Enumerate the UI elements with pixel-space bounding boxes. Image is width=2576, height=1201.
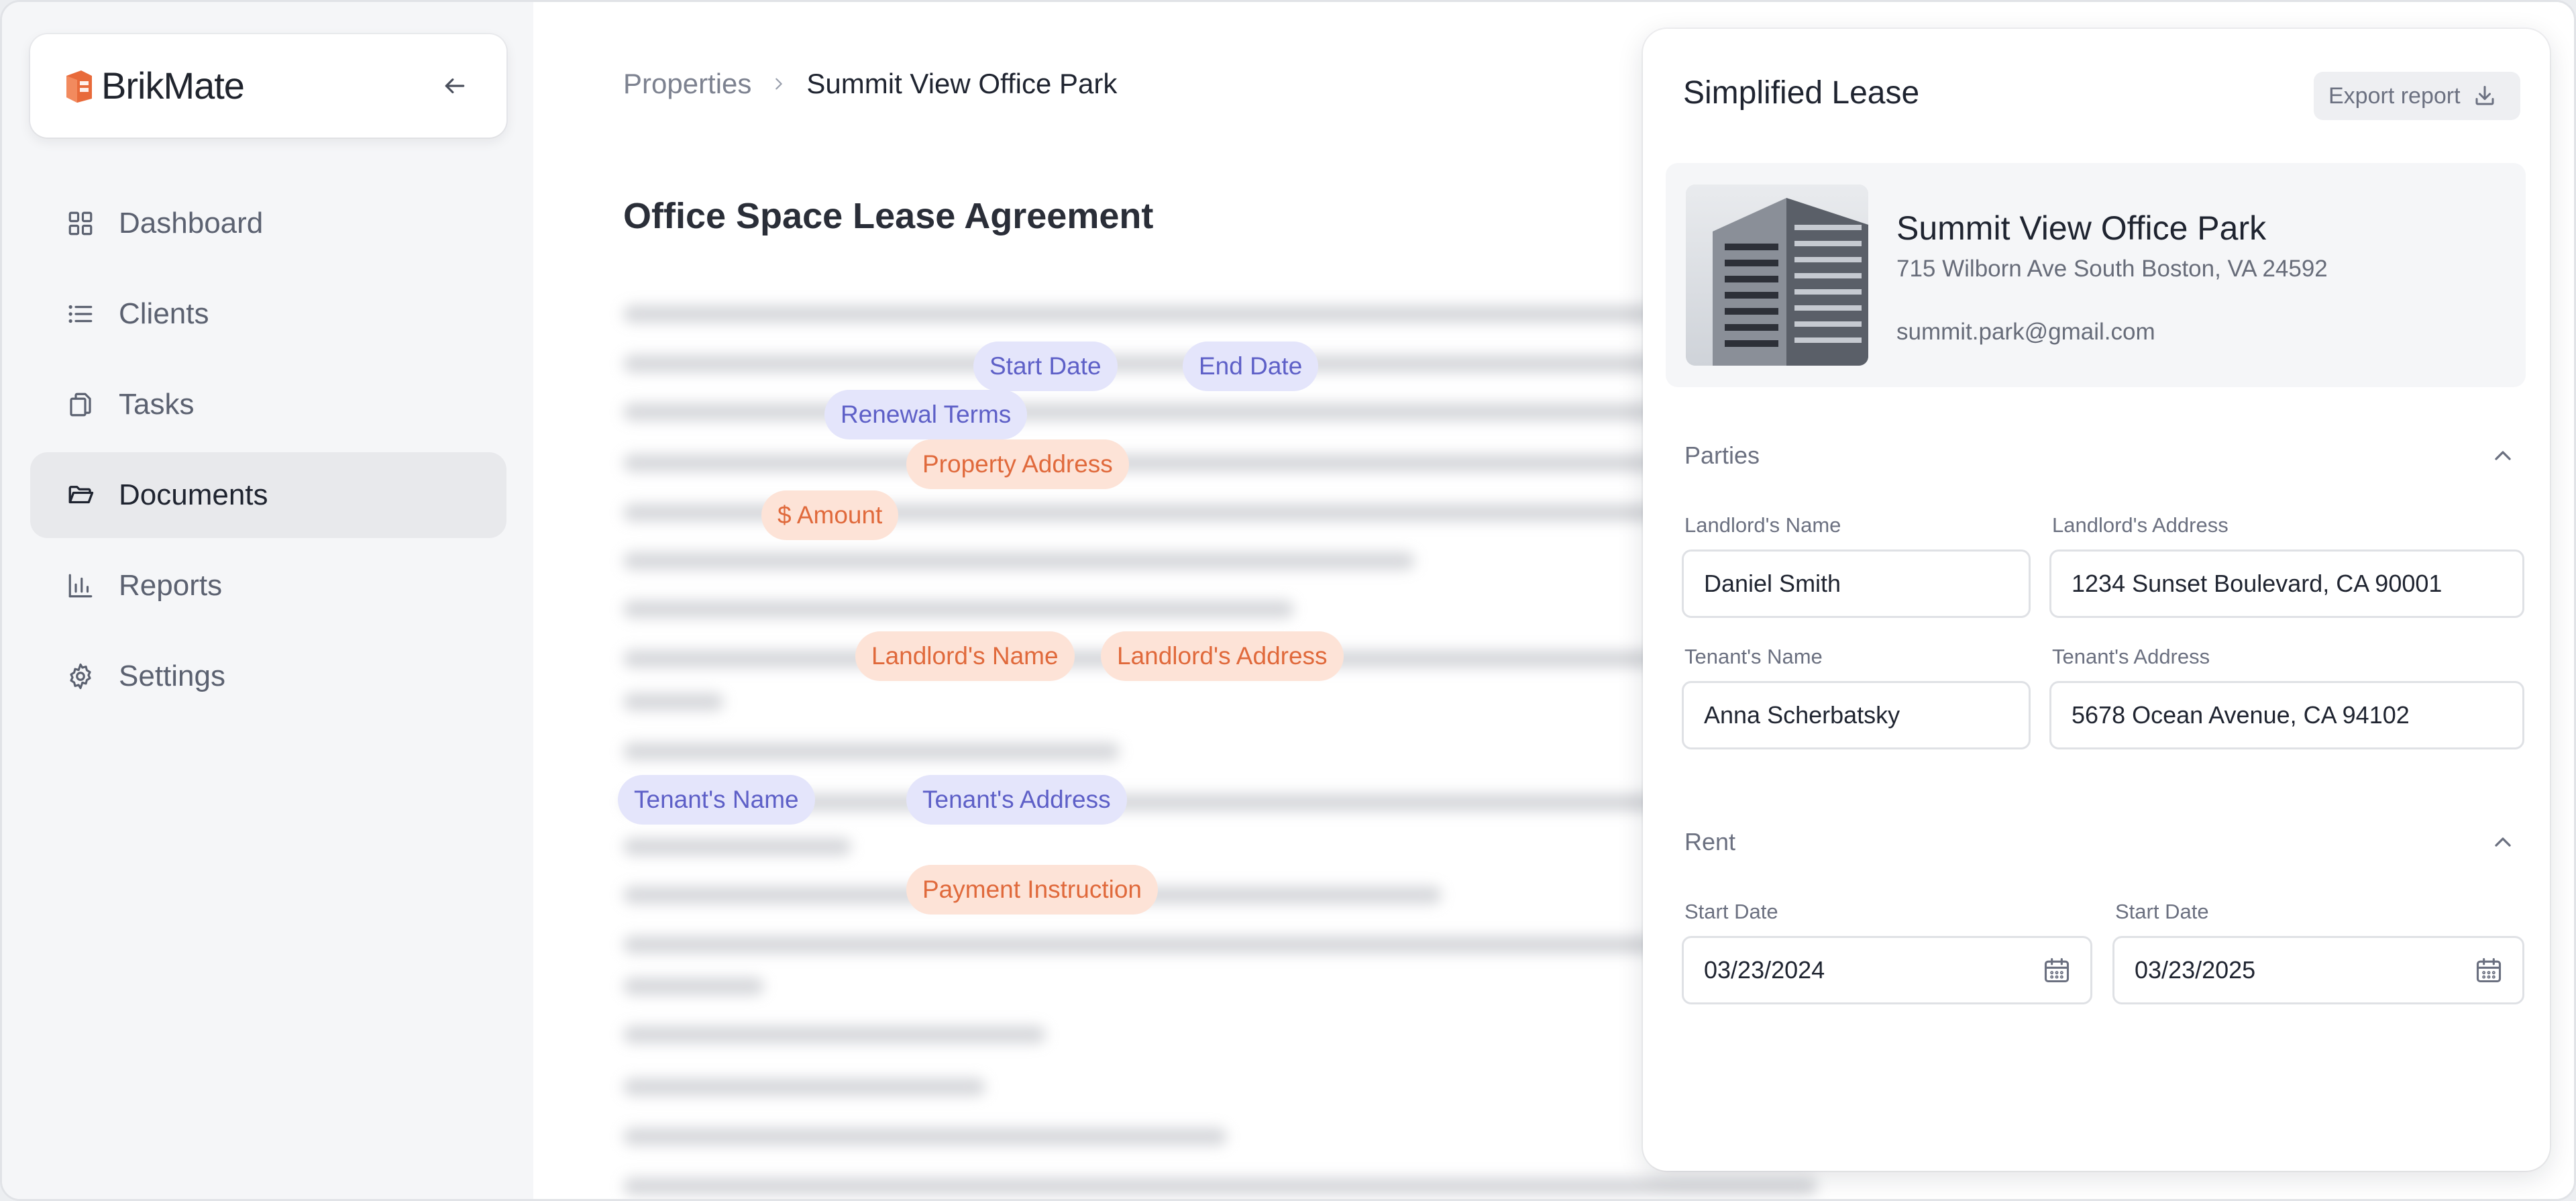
sidebar-item-dashboard[interactable]: Dashboard (30, 180, 506, 266)
copy-icon (65, 389, 96, 420)
landlord-name-label: Landlord's Name (1684, 513, 1841, 537)
landlord-name-input[interactable] (1704, 570, 2029, 598)
download-icon (2473, 84, 2497, 108)
document-title: Office Space Lease Agreement (623, 196, 1154, 236)
tag-tenants-address[interactable]: Tenant's Address (906, 775, 1127, 825)
sidebar-item-settings[interactable]: Settings (30, 633, 506, 719)
tenant-address-input[interactable] (2072, 701, 2522, 729)
list-icon (65, 299, 96, 329)
calendar-icon[interactable] (2474, 955, 2504, 985)
blurred-text-line (623, 355, 1710, 372)
tenant-name-label: Tenant's Name (1684, 645, 1823, 668)
chevron-up-icon[interactable] (2489, 829, 2516, 855)
brikmate-logo-icon (66, 70, 92, 103)
sidebar-item-label: Settings (119, 660, 225, 692)
calendar-icon[interactable] (2042, 955, 2072, 985)
blurred-text-line (623, 743, 1120, 760)
tenant-address-label: Tenant's Address (2052, 645, 2210, 668)
tenant-name-input[interactable] (1704, 701, 2029, 729)
landlord-address-label: Landlord's Address (2052, 513, 2229, 537)
rent-start-date-2-field[interactable] (2112, 936, 2524, 1004)
grid-icon (65, 208, 96, 239)
parties-section-header[interactable]: Parties (1684, 435, 2516, 476)
rent-section-header[interactable]: Rent (1684, 822, 2516, 862)
blurred-text-line (623, 454, 1710, 472)
blurred-text-line (623, 693, 724, 711)
rent-start-date-label: Start Date (1684, 900, 1778, 923)
rent-start-date-2-label: Start Date (2115, 900, 2209, 923)
export-report-label: Export report (2328, 83, 2461, 109)
tenant-name-field[interactable] (1682, 681, 2031, 749)
sidebar-item-tasks[interactable]: Tasks (30, 362, 506, 448)
rent-start-date-input[interactable] (1704, 956, 2030, 984)
blurred-text-line (623, 403, 1697, 421)
property-name: Summit View Office Park (1896, 209, 2267, 247)
blurred-text-line (623, 600, 1294, 618)
rent-start-date-field[interactable] (1682, 936, 2092, 1004)
tag-property-address[interactable]: Property Address (906, 439, 1129, 489)
tag-landlords-address[interactable]: Landlord's Address (1101, 631, 1344, 681)
landlord-address-field[interactable] (2049, 550, 2524, 618)
panel-title: Simplified Lease (1683, 75, 1920, 111)
blurred-text-line (623, 1078, 985, 1096)
blurred-text-line (623, 1178, 1817, 1195)
property-address: 715 Wilborn Ave South Boston, VA 24592 (1896, 256, 2328, 282)
sidebar-item-label: Tasks (119, 388, 195, 421)
chevron-up-icon[interactable] (2489, 442, 2516, 469)
property-building-image (1686, 185, 1868, 366)
tag-renewal-terms[interactable]: Renewal Terms (824, 390, 1028, 439)
blurred-text-line (623, 1128, 1227, 1145)
parties-section-title: Parties (1684, 441, 1760, 469)
sidebar-item-label: Clients (119, 297, 209, 330)
folder-icon (65, 480, 96, 511)
sidebar: BrikMate Dashboard Clients Tasks Documen… (2, 2, 533, 1199)
blurred-text-line (623, 305, 1697, 323)
tag-end-date[interactable]: End Date (1183, 342, 1319, 391)
collapse-sidebar-button[interactable] (431, 64, 478, 108)
bar-chart-icon (65, 570, 96, 601)
app-window: BrikMate Dashboard Clients Tasks Documen… (0, 0, 2576, 1201)
breadcrumb-current: Summit View Office Park (806, 68, 1118, 99)
blurred-text-line (623, 552, 1415, 570)
sidebar-item-label: Dashboard (119, 207, 264, 240)
tag-start-date[interactable]: Start Date (973, 342, 1118, 391)
arrow-left-icon (445, 78, 465, 94)
tag-payment-instruction[interactable]: Payment Instruction (906, 865, 1158, 915)
simplified-lease-panel: Simplified Lease Export report Summit Vi… (1643, 29, 2550, 1171)
breadcrumb: Properties Summit View Office Park (623, 68, 1117, 100)
breadcrumb-properties-link[interactable]: Properties (623, 68, 751, 100)
sidebar-item-clients[interactable]: Clients (30, 271, 506, 357)
landlord-name-field[interactable] (1682, 550, 2031, 618)
sidebar-item-label: Reports (119, 569, 223, 602)
sidebar-item-reports[interactable]: Reports (30, 543, 506, 629)
sidebar-item-documents[interactable]: Documents (30, 452, 506, 538)
rent-section-title: Rent (1684, 828, 1736, 855)
sidebar-item-label: Documents (119, 478, 268, 511)
property-email: summit.park@gmail.com (1896, 319, 2155, 345)
blurred-text-line (623, 936, 1710, 953)
brand-name: BrikMate (101, 64, 245, 107)
property-card: Summit View Office Park 715 Wilborn Ave … (1666, 163, 2526, 387)
rent-start-date-2-input[interactable] (2135, 956, 2462, 984)
tag-amount[interactable]: $ Amount (761, 490, 899, 540)
export-report-button[interactable]: Export report (2314, 72, 2520, 120)
chevron-right-icon (771, 76, 786, 91)
sidebar-nav: Dashboard Clients Tasks Documents Report… (30, 180, 506, 724)
tag-landlords-name[interactable]: Landlord's Name (855, 631, 1075, 681)
tenant-address-field[interactable] (2049, 681, 2524, 749)
blurred-text-line (623, 978, 764, 995)
gear-icon (65, 661, 96, 692)
landlord-address-input[interactable] (2072, 570, 2522, 598)
blurred-text-line (623, 838, 851, 855)
tag-tenants-name[interactable]: Tenant's Name (618, 775, 815, 825)
blurred-text-line (623, 1026, 1046, 1043)
brand-card: BrikMate (30, 34, 506, 138)
